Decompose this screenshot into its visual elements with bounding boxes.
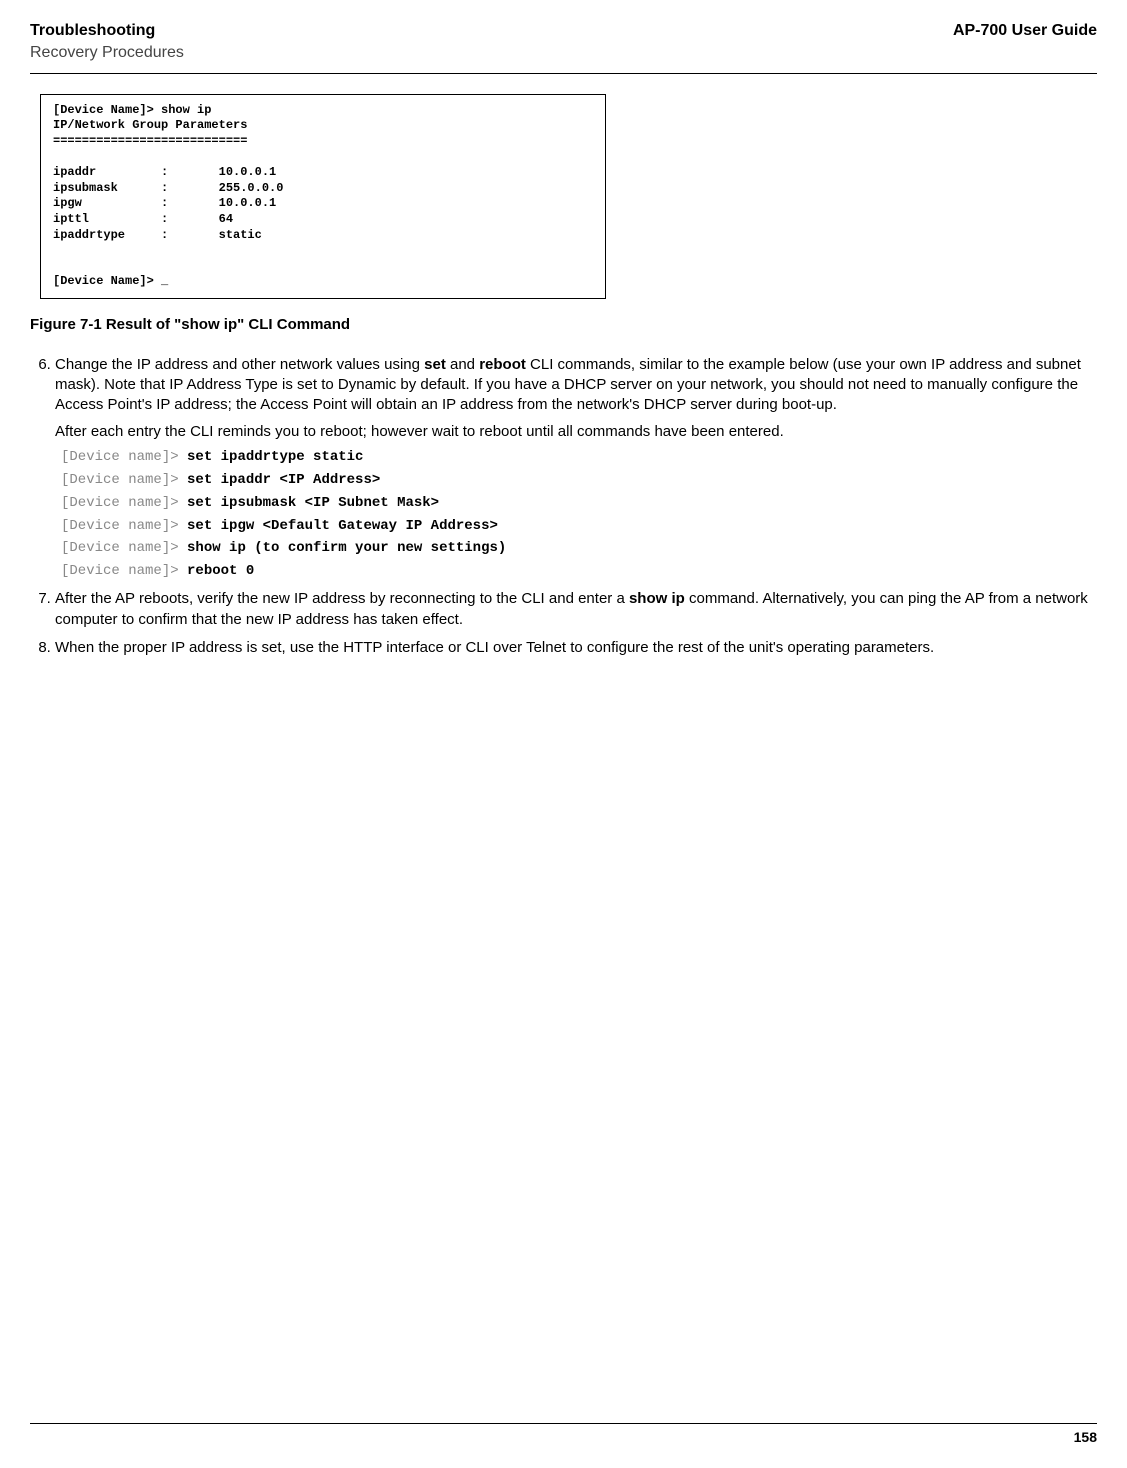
cli-cmd: reboot 0 [187, 563, 254, 579]
step-6-subtext: After each entry the CLI reminds you to … [55, 422, 1097, 442]
figure-caption: Figure 7-1 Result of "show ip" CLI Comma… [30, 314, 1097, 335]
header-subtitle: Recovery Procedures [30, 42, 184, 64]
cli-prompt: [Device name]> [61, 563, 179, 579]
step-7: After the AP reboots, verify the new IP … [55, 589, 1097, 630]
step-6-text-a: Change the IP address and other network … [55, 356, 424, 373]
terminal-line: ipaddr : 10.0.0.1 [53, 165, 276, 179]
terminal-line: ipttl : 64 [53, 212, 233, 226]
cli-cmd: set ipgw <Default Gateway IP Address> [187, 518, 498, 534]
step-7-text-a: After the AP reboots, verify the new IP … [55, 590, 629, 607]
cli-command: [Device name]> set ipaddr <IP Address> [61, 471, 1097, 490]
cli-prompt: [Device name]> [61, 449, 179, 465]
terminal-line: =========================== [53, 134, 247, 148]
terminal-line: [Device Name]> show ip [53, 103, 211, 117]
cli-prompt: [Device name]> [61, 495, 179, 511]
cli-prompt: [Device name]> [61, 472, 179, 488]
header-title: Troubleshooting [30, 20, 184, 42]
terminal-line: IP/Network Group Parameters [53, 118, 247, 132]
cli-cmd: set ipaddr <IP Address> [179, 472, 381, 488]
step-6-bold-reboot: reboot [479, 356, 526, 373]
cli-cmd: set ipsubmask <IP Subnet Mask> [187, 495, 439, 511]
cli-command: [Device name]> set ipsubmask <IP Subnet … [61, 494, 1097, 513]
page-header: Troubleshooting Recovery Procedures AP-7… [30, 20, 1097, 74]
terminal-line: ipgw : 10.0.0.1 [53, 196, 276, 210]
step-7-bold: show ip [629, 590, 685, 607]
step-6-bold-set: set [424, 356, 446, 373]
page-footer: 158 [30, 1423, 1097, 1448]
terminal-line: [Device Name]> _ [53, 274, 168, 288]
cli-command: [Device name]> reboot 0 [61, 562, 1097, 581]
header-left: Troubleshooting Recovery Procedures [30, 20, 184, 65]
cli-command: [Device name]> set ipgw <Default Gateway… [61, 517, 1097, 536]
header-guide: AP-700 User Guide [953, 20, 1097, 42]
cli-cmd: set ipaddrtype static [187, 449, 363, 465]
terminal-line: ipaddrtype : static [53, 228, 262, 242]
instruction-list: Change the IP address and other network … [30, 355, 1097, 658]
cli-command: [Device name]> set ipaddrtype static [61, 448, 1097, 467]
cli-prompt: [Device name]> [61, 540, 179, 556]
cli-prompt: [Device name]> [61, 518, 179, 534]
terminal-output: [Device Name]> show ip IP/Network Group … [40, 94, 606, 299]
step-8: When the proper IP address is set, use t… [55, 638, 1097, 658]
step-6: Change the IP address and other network … [55, 355, 1097, 581]
terminal-line: ipsubmask : 255.0.0.0 [53, 181, 283, 195]
page-number: 158 [1074, 1429, 1097, 1445]
cli-command: [Device name]> show ip (to confirm your … [61, 539, 1097, 558]
cli-cmd: show ip (to confirm your new settings) [187, 540, 506, 556]
step-6-text-b: and [446, 356, 479, 373]
